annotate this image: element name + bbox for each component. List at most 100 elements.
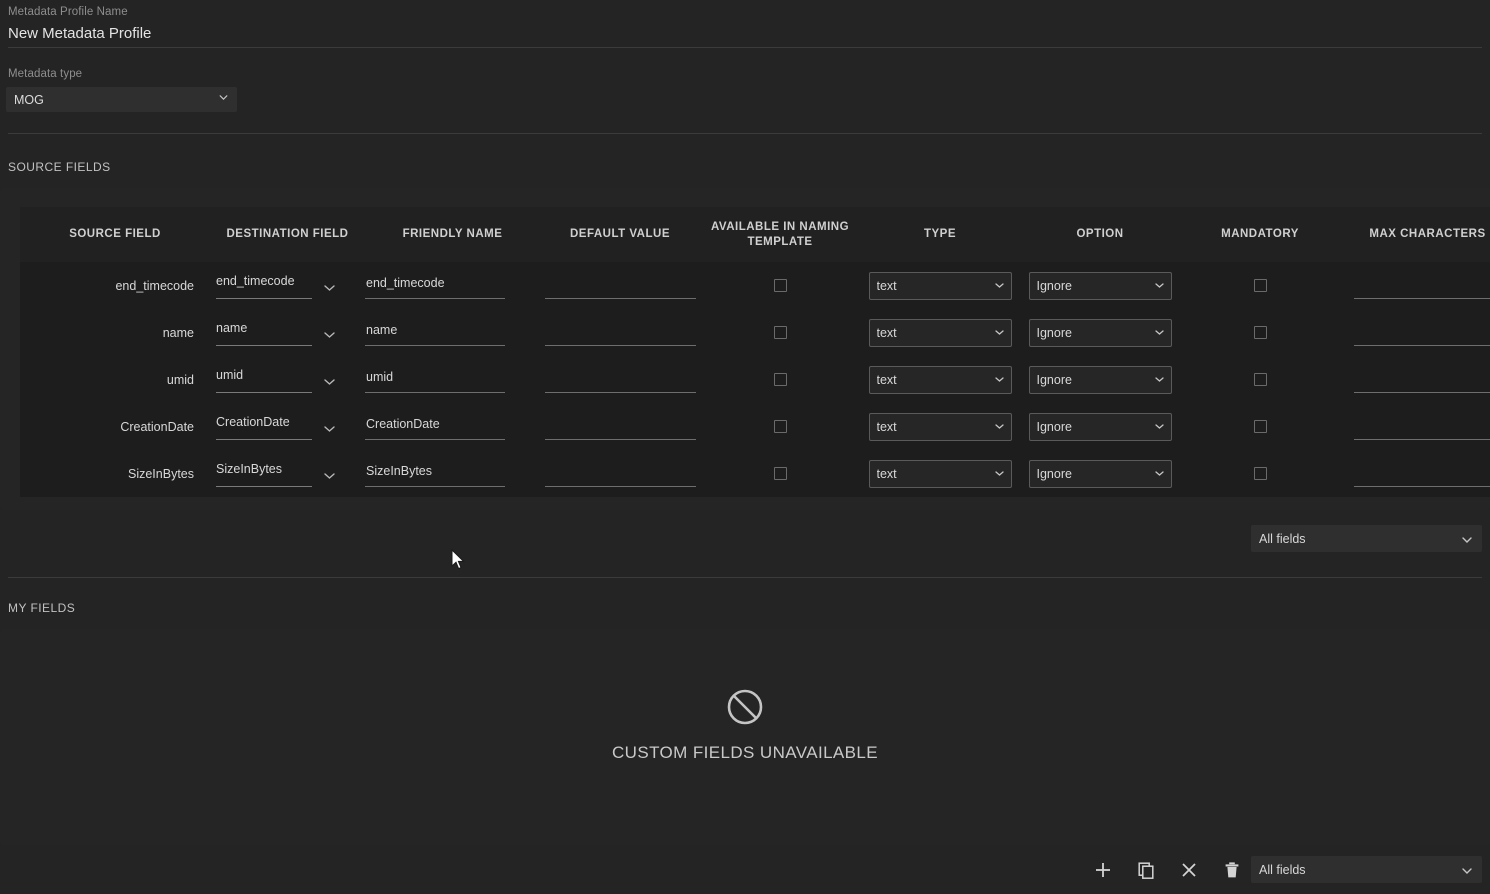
option-select[interactable]: Ignore <box>1028 412 1172 441</box>
cell-mandatory <box>1180 309 1340 356</box>
cell-option: Ignore <box>1020 403 1180 450</box>
destination-field-select[interactable]: CreationDate <box>216 413 312 440</box>
cell-friendly-name <box>365 309 540 356</box>
friendly-name-input[interactable] <box>365 319 505 346</box>
destination-field-value: end_timecode <box>216 274 295 288</box>
table-row: name name text Ignore <box>20 309 1490 356</box>
cell-available-in-naming-template <box>700 403 860 450</box>
add-field-button[interactable] <box>1092 859 1114 881</box>
mandatory-checkbox[interactable] <box>1253 466 1267 480</box>
mandatory-checkbox[interactable] <box>1253 419 1267 433</box>
cell-max-characters <box>1340 450 1490 497</box>
cell-available-in-naming-template <box>700 450 860 497</box>
cell-available-in-naming-template <box>700 356 860 403</box>
divider-metadata-type <box>8 133 1482 134</box>
source-fields-table: SOURCE FIELD DESTINATION FIELD FRIENDLY … <box>20 207 1490 497</box>
option-select[interactable]: Ignore <box>1028 365 1172 394</box>
cell-default-value <box>540 403 700 450</box>
bottom-filter-select[interactable]: All fields <box>1251 856 1482 883</box>
cell-default-value <box>540 309 700 356</box>
destination-field-select[interactable]: name <box>216 319 312 346</box>
friendly-name-input[interactable] <box>365 460 505 487</box>
cell-source-field: name <box>20 309 210 356</box>
default-value-input[interactable] <box>544 413 696 440</box>
max-characters-input[interactable] <box>1354 272 1490 299</box>
cell-option: Ignore <box>1020 262 1180 309</box>
type-select[interactable]: text <box>868 365 1012 394</box>
metadata-type-label: Metadata type <box>8 68 83 80</box>
type-select[interactable]: text <box>868 271 1012 300</box>
option-select[interactable]: Ignore <box>1028 271 1172 300</box>
source-field-value: end_timecode <box>115 278 194 293</box>
available-in-naming-template-checkbox[interactable] <box>773 419 787 433</box>
cell-option: Ignore <box>1020 450 1180 497</box>
mandatory-checkbox[interactable] <box>1253 325 1267 339</box>
source-fields-filter-select[interactable]: All fields <box>1251 525 1482 552</box>
cell-type: text <box>860 450 1020 497</box>
source-field-value: name <box>162 325 194 340</box>
available-in-naming-template-checkbox[interactable] <box>773 466 787 480</box>
default-value-input[interactable] <box>544 366 696 393</box>
cell-type: text <box>860 403 1020 450</box>
source-fields-heading: SOURCE FIELDS <box>8 160 111 174</box>
cell-source-field: umid <box>20 356 210 403</box>
destination-field-select[interactable]: SizeInBytes <box>216 460 312 487</box>
available-in-naming-template-checkbox[interactable] <box>773 278 787 292</box>
friendly-name-input[interactable] <box>365 272 505 299</box>
cell-option: Ignore <box>1020 356 1180 403</box>
max-characters-input[interactable] <box>1354 460 1490 487</box>
cell-option: Ignore <box>1020 309 1180 356</box>
profile-name-label: Metadata Profile Name <box>8 6 128 18</box>
destination-field-value: name <box>216 321 248 335</box>
cell-destination-field: SizeInBytes <box>210 450 365 497</box>
max-characters-input[interactable] <box>1354 319 1490 346</box>
table-row: SizeInBytes SizeInBytes text Ignore <box>20 450 1490 497</box>
destination-field-value: umid <box>216 368 244 382</box>
column-header-source-field: SOURCE FIELD <box>69 228 161 240</box>
default-value-input[interactable] <box>544 272 696 299</box>
default-value-input[interactable] <box>544 319 696 346</box>
cell-destination-field: umid <box>210 356 365 403</box>
type-select[interactable]: text <box>868 459 1012 488</box>
plus-icon <box>1096 862 1110 877</box>
option-select[interactable]: Ignore <box>1028 459 1172 488</box>
cell-source-field: CreationDate <box>20 403 210 450</box>
cell-default-value <box>540 356 700 403</box>
max-characters-input[interactable] <box>1354 366 1490 393</box>
source-field-value: umid <box>166 372 194 387</box>
default-value-input[interactable] <box>544 460 696 487</box>
cell-friendly-name <box>365 450 540 497</box>
max-characters-input[interactable] <box>1354 413 1490 440</box>
destination-field-select[interactable]: umid <box>216 366 312 393</box>
metadata-type-select[interactable]: MOG <box>6 87 237 112</box>
column-header-available-in-naming-template: AVAILABLE IN NAMING TEMPLATE <box>710 220 850 248</box>
destination-field-value: SizeInBytes <box>216 462 283 476</box>
table-row: umid umid text Ignore <box>20 356 1490 403</box>
copy-icon <box>1138 861 1154 879</box>
cell-available-in-naming-template <box>700 262 860 309</box>
my-fields-empty-state: CUSTOM FIELDS UNAVAILABLE <box>0 687 1490 763</box>
bottom-toolbar: All fields <box>0 845 1490 894</box>
friendly-name-input[interactable] <box>365 413 505 440</box>
mandatory-checkbox[interactable] <box>1253 372 1267 386</box>
duplicate-field-button[interactable] <box>1135 859 1157 881</box>
column-header-option: OPTION <box>1076 228 1124 240</box>
option-select[interactable]: Ignore <box>1028 318 1172 347</box>
type-select[interactable]: text <box>868 318 1012 347</box>
cell-friendly-name <box>365 356 540 403</box>
profile-name-value[interactable]: New Metadata Profile <box>8 23 1480 45</box>
friendly-name-input[interactable] <box>365 366 505 393</box>
chevron-down-icon <box>324 284 335 291</box>
chevron-down-icon <box>324 331 335 338</box>
delete-field-button[interactable] <box>1221 859 1243 881</box>
mandatory-checkbox[interactable] <box>1253 278 1267 292</box>
available-in-naming-template-checkbox[interactable] <box>773 372 787 386</box>
my-fields-panel: CUSTOM FIELDS UNAVAILABLE <box>0 629 1490 845</box>
remove-field-button[interactable] <box>1178 859 1200 881</box>
type-select[interactable]: text <box>868 412 1012 441</box>
destination-field-select[interactable]: end_timecode <box>216 272 312 299</box>
cell-source-field: SizeInBytes <box>20 450 210 497</box>
table-row: end_timecode end_timecode text Ignore <box>20 262 1490 309</box>
my-fields-heading: MY FIELDS <box>8 601 76 615</box>
available-in-naming-template-checkbox[interactable] <box>773 325 787 339</box>
